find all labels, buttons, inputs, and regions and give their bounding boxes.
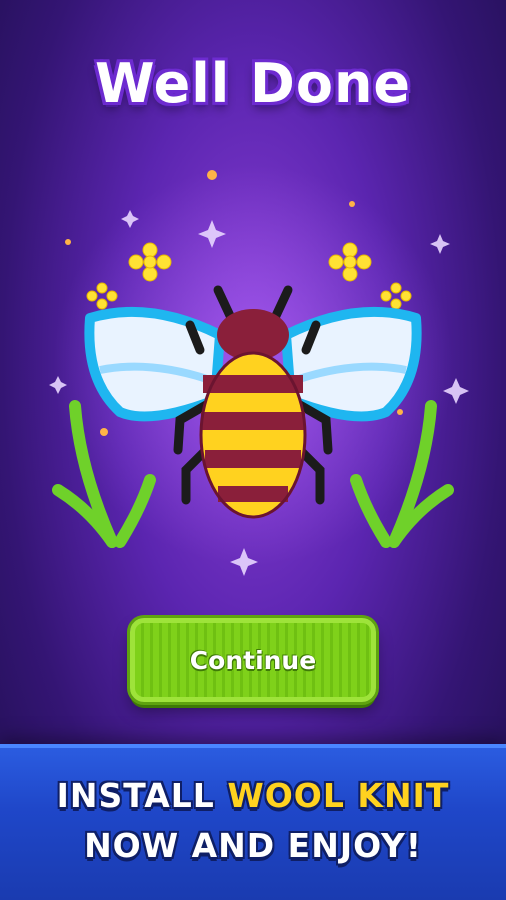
knitted-bee-artwork	[49, 165, 469, 576]
banner-line-1: INSTALL WOOL KNIT	[0, 776, 506, 815]
banner-install-text: INSTALL	[56, 776, 215, 815]
title: Well Done	[94, 52, 412, 115]
continue-button[interactable]: Continue	[130, 618, 376, 702]
banner-line-2: NOW AND ENJOY!	[84, 826, 422, 865]
continue-button-label: Continue	[189, 645, 317, 675]
wing-right	[281, 306, 422, 422]
wing-left	[84, 306, 225, 422]
banner-game-name: WOOL KNIT	[227, 776, 450, 815]
install-banner[interactable]: INSTALL WOOL KNIT NOW AND ENJOY!	[0, 744, 506, 900]
